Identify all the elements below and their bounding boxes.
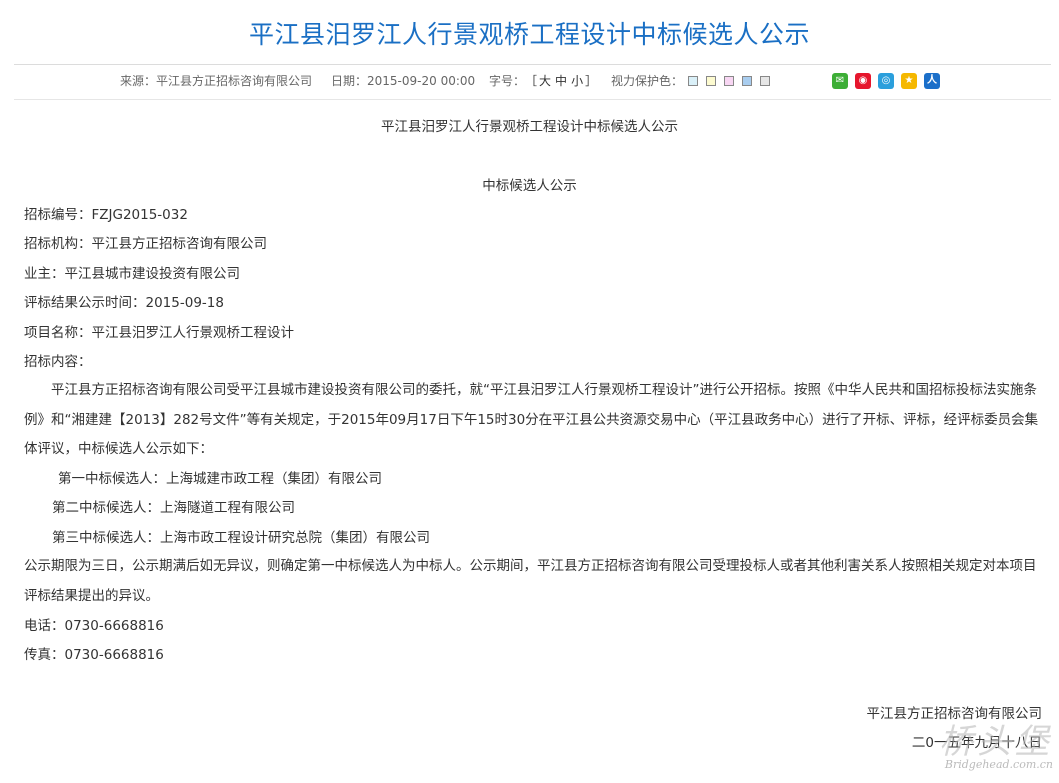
bid-agency: 招标机构：平江县方正招标咨询有限公司 bbox=[24, 236, 267, 252]
watermark-chinese: 桥头堡 bbox=[939, 722, 1053, 762]
date-info: 日期：2015-09-20 00:00 bbox=[331, 70, 475, 92]
result-time: 评标结果公示时间：2015-09-18 bbox=[24, 295, 224, 311]
meta-divider bbox=[14, 99, 1051, 100]
font-size-small-button[interactable]: 小 bbox=[571, 74, 583, 88]
source-label: 来源： bbox=[120, 74, 157, 88]
source-info: 来源：平江县方正招标咨询有限公司 bbox=[120, 70, 312, 92]
candidate-second: 第二中标候选人：上海隧道工程有限公司 bbox=[52, 500, 295, 516]
font-size-switcher: 字号： ［ 大中小 ］ bbox=[489, 70, 597, 92]
eye-color-swatch[interactable] bbox=[724, 76, 734, 86]
weibo-icon[interactable]: ◉ bbox=[855, 73, 871, 89]
date-value: 2015-09-20 00:00 bbox=[367, 74, 476, 88]
font-size-large-button[interactable]: 大 bbox=[539, 74, 551, 88]
title-divider bbox=[14, 64, 1051, 65]
font-size-bracket-close: ］ bbox=[585, 74, 598, 88]
notice-paragraph: 公示期限为三日，公示期满后如无异议，则确定第一中标候选人为中标人。公示期间，平江… bbox=[24, 558, 1037, 604]
project-owner: 业主：平江县城市建设投资有限公司 bbox=[24, 266, 240, 282]
site-watermark: 桥头堡 Bridgehead.com.cn bbox=[939, 722, 1053, 772]
contact-phone: 电话：0730-6668816 bbox=[24, 618, 164, 634]
contact-fax: 传真：0730-6668816 bbox=[24, 647, 164, 663]
eye-color-swatch[interactable] bbox=[688, 76, 698, 86]
tencent-weibo-icon[interactable]: ◎ bbox=[878, 73, 894, 89]
date-label: 日期： bbox=[331, 74, 368, 88]
renren-icon[interactable]: 人 bbox=[924, 73, 940, 89]
eye-color-swatch[interactable] bbox=[760, 76, 770, 86]
content-label: 招标内容： bbox=[24, 354, 92, 370]
candidate-first: 第一中标候选人：上海城建市政工程（集团）有限公司 bbox=[58, 471, 382, 487]
wechat-icon[interactable]: ✉ bbox=[832, 73, 848, 89]
eye-protection-label: 视力保护色： bbox=[611, 74, 684, 88]
qzone-icon[interactable]: ★ bbox=[901, 73, 917, 89]
eye-color-swatch[interactable] bbox=[742, 76, 752, 86]
font-size-label: 字号： bbox=[489, 74, 526, 88]
font-size-bracket-open: ［ bbox=[531, 74, 538, 88]
font-size-medium-button[interactable]: 中 bbox=[555, 74, 567, 88]
notice-heading: 中标候选人公示 bbox=[482, 178, 577, 194]
source-value: 平江县方正招标咨询有限公司 bbox=[156, 74, 313, 88]
eye-color-swatch[interactable] bbox=[706, 76, 716, 86]
bid-number: 招标编号：FZJG2015-032 bbox=[24, 207, 188, 223]
watermark-domain: Bridgehead.com.cn bbox=[944, 758, 1053, 771]
article-subtitle: 平江县汨罗江人行景观桥工程设计中标候选人公示 bbox=[381, 119, 678, 135]
article-meta-bar: 来源：平江县方正招标咨询有限公司 日期：2015-09-20 00:00 字号：… bbox=[0, 70, 1059, 92]
project-name: 项目名称：平江县汨罗江人行景观桥工程设计 bbox=[24, 325, 294, 341]
page-title: 平江县汨罗江人行景观桥工程设计中标候选人公示 bbox=[248, 20, 810, 49]
candidate-third: 第三中标候选人：上海市政工程设计研究总院（集团）有限公司 bbox=[52, 530, 430, 546]
signature-organization: 平江县方正招标咨询有限公司 bbox=[866, 706, 1043, 722]
body-paragraph: 平江县方正招标咨询有限公司受平江县城市建设投资有限公司的委托，就“平江县汨罗江人… bbox=[24, 382, 1039, 457]
